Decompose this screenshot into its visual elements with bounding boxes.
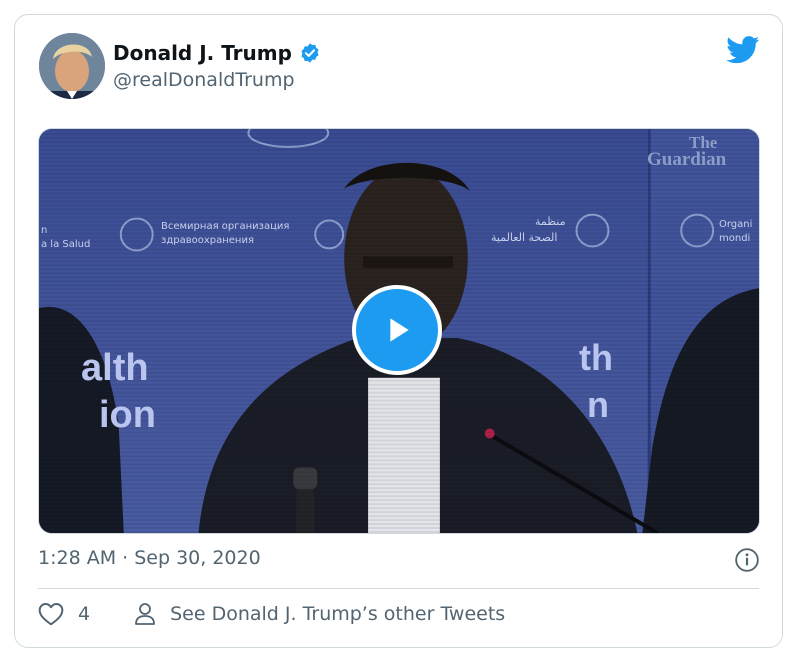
divider — [38, 588, 759, 589]
backdrop-text-small-left-1: n — [41, 225, 48, 236]
twitter-bird-icon[interactable] — [726, 36, 760, 64]
play-icon — [390, 318, 409, 342]
play-button[interactable] — [352, 285, 442, 375]
author-handle[interactable]: @realDonaldTrump — [113, 69, 295, 91]
person-icon — [135, 603, 155, 625]
tweet-timestamp[interactable]: 1:28 AM · Sep 30, 2020 — [38, 547, 261, 569]
backdrop-text-health: alth — [81, 347, 149, 389]
see-more-label: See Donald J. Trump’s other Tweets — [170, 603, 506, 625]
video-player[interactable]: alth ion th n n a la Salud Всемирная орг… — [38, 128, 760, 534]
backdrop-text-health-right: th — [579, 337, 613, 378]
heart-icon — [38, 603, 64, 626]
info-icon[interactable] — [734, 547, 760, 573]
author-name[interactable]: Donald J. Trump — [113, 41, 292, 65]
backdrop-text-organization: ion — [99, 394, 156, 436]
backdrop-text-arabic-2: الصحة العالمية — [491, 231, 558, 244]
author-name-row[interactable]: Donald J. Trump — [113, 41, 321, 65]
tweet-actions: 4 See Donald J. Trump’s other Tweets — [38, 602, 505, 626]
backdrop-text-organization-right: n — [587, 384, 609, 425]
backdrop-text-small-right-2: mondi — [719, 233, 751, 244]
backdrop-text-russian-1: Всемирная организация — [161, 221, 290, 232]
verified-badge-icon — [299, 42, 321, 64]
backdrop-text-small-right-1: Organi — [719, 219, 753, 230]
backdrop-text-arabic-1: منظمة — [535, 215, 566, 228]
backdrop-text-small-left-2: a la Salud — [41, 239, 91, 250]
backdrop-text-russian-2: здравоохранения — [161, 235, 254, 246]
avatar-image — [39, 33, 105, 99]
avatar[interactable] — [39, 33, 105, 99]
watermark-guardian: Guardian — [647, 149, 727, 170]
like-count: 4 — [78, 603, 91, 625]
tweet-card: Donald J. Trump @realDonaldTrump alth io… — [14, 14, 783, 648]
like-button[interactable]: 4 — [38, 602, 134, 626]
see-more-tweets-link[interactable]: See Donald J. Trump’s other Tweets — [134, 602, 505, 626]
